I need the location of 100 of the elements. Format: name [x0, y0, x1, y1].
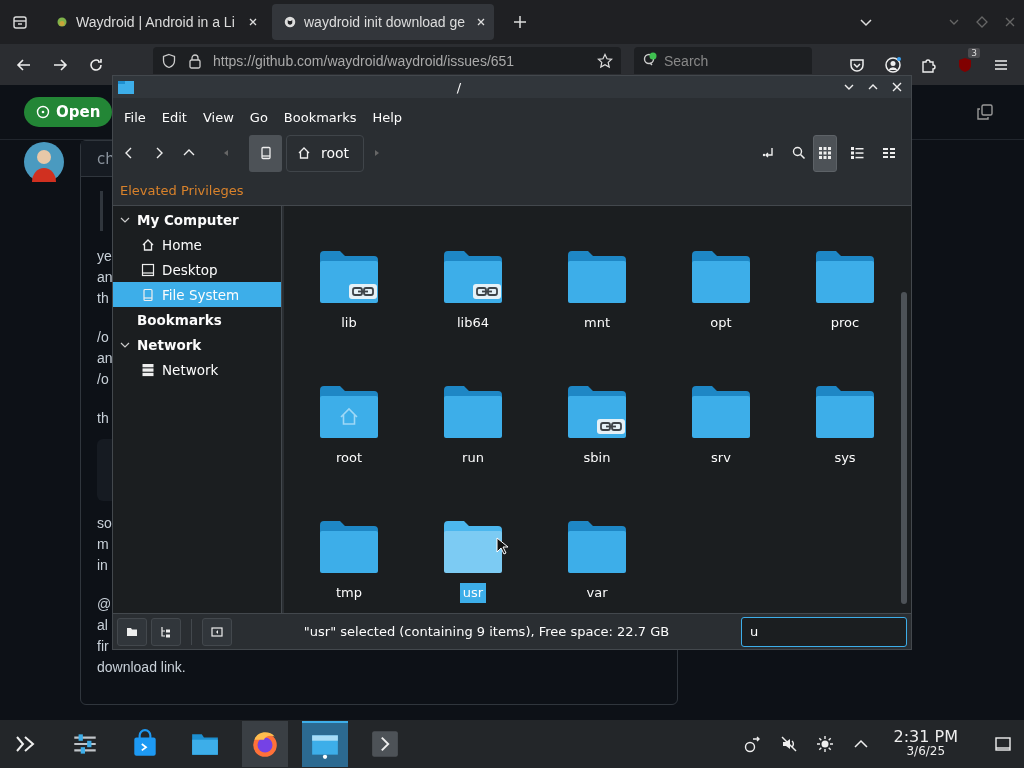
leaf-icon [56, 16, 68, 28]
folder-item[interactable]: mnt [557, 251, 637, 333]
folder-item[interactable]: opt [681, 251, 761, 333]
muted-speaker-icon[interactable] [779, 735, 798, 753]
folder-icon [444, 386, 502, 438]
comment-text: m [97, 535, 109, 554]
folder-item[interactable]: sbin [557, 386, 637, 468]
folder-item[interactable]: lib64 [433, 251, 513, 333]
folder-item[interactable]: var [557, 521, 637, 603]
folder-item[interactable]: srv [681, 386, 761, 468]
home-folder-icon [320, 386, 378, 438]
folder-icon [126, 625, 138, 638]
comment-text: @ [97, 595, 112, 614]
comment-text: so [97, 514, 112, 533]
places-group[interactable]: Bookmarks [113, 307, 281, 332]
comment-text: al [97, 616, 108, 635]
launcher-icon[interactable] [14, 733, 36, 755]
filter-field[interactable]: u [741, 616, 907, 647]
menu-item[interactable]: Edit [153, 109, 195, 125]
menu-item[interactable]: View [194, 109, 242, 125]
linked-folder-icon [320, 251, 378, 303]
lock-icon [187, 52, 203, 69]
comment-text: /o [97, 370, 109, 389]
comment-text: /o [97, 328, 109, 347]
clock[interactable]: 2:31 PM 3/6/25 [893, 729, 958, 759]
folder-icon [692, 251, 750, 303]
status-text: Open [56, 103, 101, 121]
menu-item[interactable]: File [116, 109, 154, 125]
folder-icon [692, 386, 750, 438]
brightness-icon[interactable] [815, 735, 834, 753]
folder-item[interactable]: run [433, 386, 513, 468]
search-field[interactable]: Search [634, 47, 812, 74]
folder-item[interactable]: lib [309, 251, 389, 333]
comment-text: ye [97, 247, 112, 266]
folder-item[interactable]: proc [805, 251, 885, 333]
window-title: / [455, 79, 463, 95]
open-issue-icon [36, 105, 50, 119]
folder-panel-button[interactable] [117, 617, 147, 646]
terminal-icon [370, 729, 400, 759]
menu-item[interactable]: Bookmarks [275, 109, 365, 125]
places-item[interactable]: Desktop [113, 257, 281, 282]
list-icon [850, 146, 864, 160]
places-item[interactable]: Home [113, 232, 281, 257]
copy-icon[interactable] [976, 103, 994, 121]
comment-text: an [97, 349, 113, 368]
folder-icon [816, 386, 874, 438]
octocat-icon [284, 16, 296, 28]
grid-icon [818, 146, 832, 160]
account-icon[interactable] [884, 55, 902, 74]
comment-text: th [97, 409, 109, 428]
server-icon [141, 362, 155, 377]
comment-text: in [97, 556, 108, 575]
device-button[interactable] [249, 134, 282, 172]
mouse-pointer-icon [496, 537, 508, 555]
monitor-icon [141, 262, 155, 277]
network-icon[interactable] [743, 735, 762, 753]
folder-icon [444, 521, 502, 573]
places-group[interactable]: Network [113, 332, 281, 357]
star-icon[interactable] [597, 52, 613, 69]
menu-item[interactable]: Go [241, 109, 276, 125]
folder-item[interactable]: tmp [309, 521, 389, 603]
tree-icon [160, 625, 172, 638]
new-tab-icon[interactable] [512, 14, 528, 30]
menu-item[interactable]: Help [364, 109, 411, 125]
scrollbar-thumb[interactable] [901, 292, 907, 604]
url-text: https://github.com/waydroid/waydroid/issues/651 [213, 52, 516, 69]
show-desktop-icon[interactable] [994, 735, 1012, 753]
tablet-icon [258, 146, 273, 160]
avatar[interactable] [24, 142, 64, 182]
search-icon[interactable] [791, 145, 807, 161]
addon-badge: 3 [968, 47, 980, 58]
browser-tab[interactable]: Waydroid | Android in a Li [44, 4, 266, 40]
places-item[interactable]: Network [113, 357, 281, 382]
browser-tab[interactable]: waydroid init download ge [272, 4, 494, 40]
fox-globe-icon [250, 729, 280, 759]
tab-list-icon[interactable] [12, 14, 28, 30]
folder-item[interactable]: root [309, 386, 389, 468]
folder-icon [816, 251, 874, 303]
home-icon [297, 146, 311, 160]
taskbar-app[interactable] [242, 721, 288, 767]
folder-icon [568, 521, 626, 573]
view-mode-button[interactable] [813, 134, 837, 172]
tree-panel-button[interactable] [151, 617, 181, 646]
places-group[interactable]: My Computer [113, 207, 281, 232]
columns-icon [882, 146, 896, 160]
comment-text: download link. [97, 658, 186, 677]
status-text: "usr" selected (containing 9 items), Free space: 22.7 GB [302, 624, 671, 639]
home-icon [141, 237, 155, 252]
folder-icon [117, 78, 135, 96]
comment-text: an [97, 268, 113, 287]
tablet-icon [141, 287, 155, 302]
folder-item[interactable]: sys [805, 386, 885, 468]
sidebar-toggle-button[interactable] [202, 617, 232, 646]
address-bar[interactable]: https://github.com/waydroid/waydroid/issues/651 [153, 47, 621, 74]
folder-icon [320, 521, 378, 573]
comment-text: th [97, 289, 109, 308]
taskbar-app[interactable] [302, 721, 348, 767]
breadcrumb-button[interactable]: root [286, 134, 365, 172]
search-icon [642, 52, 658, 68]
comment-text: fir [97, 637, 109, 656]
